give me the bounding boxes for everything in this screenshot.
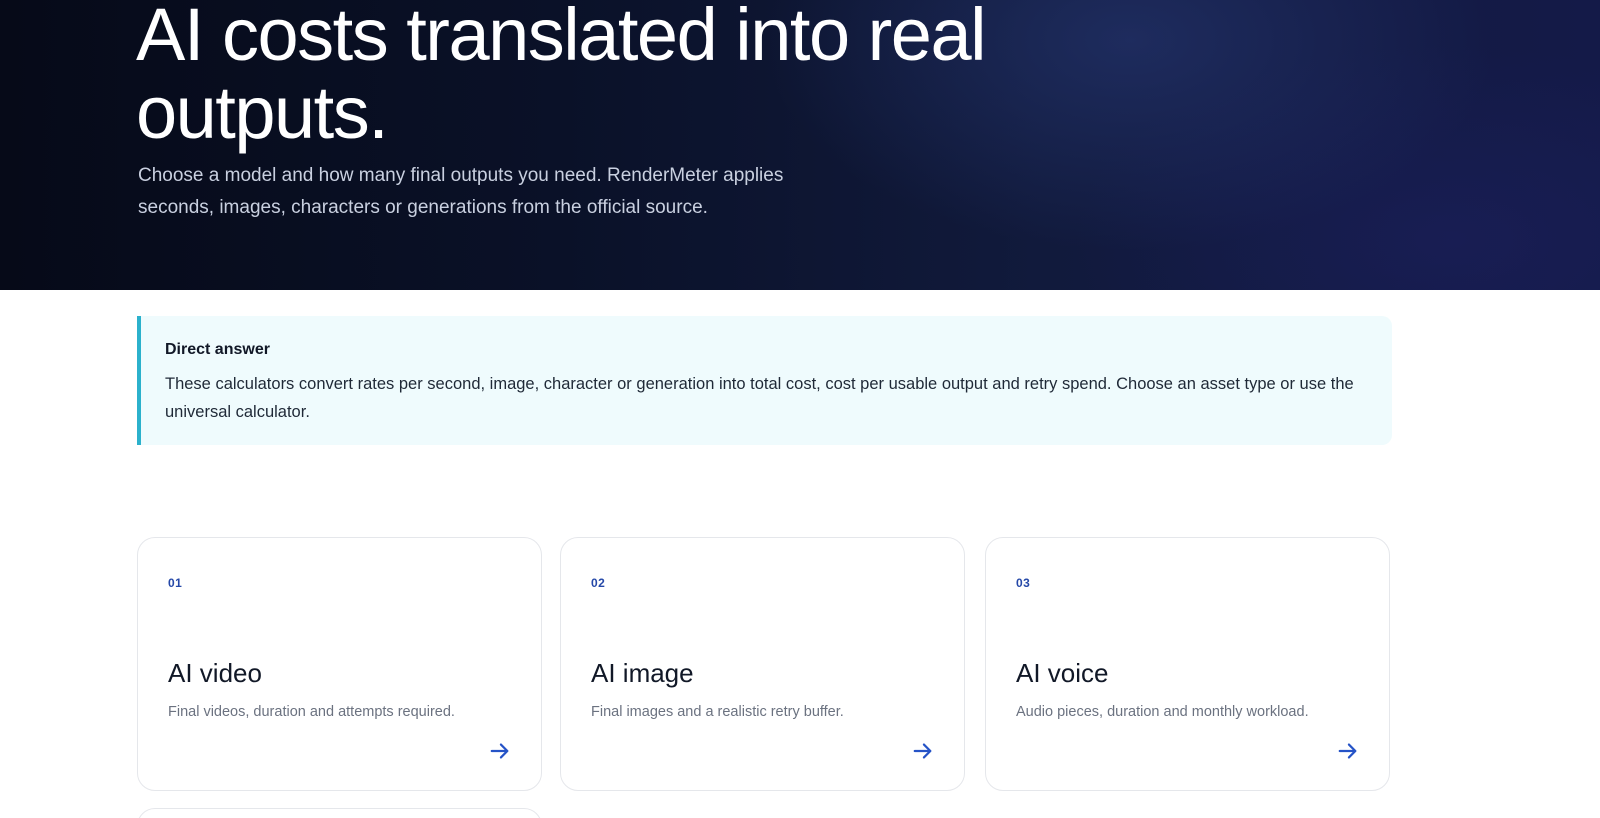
card-partial[interactable] [137,808,542,818]
hero-section: AI costs translated into real outputs. C… [0,0,1600,290]
direct-answer-heading: Direct answer [165,341,270,358]
arrow-right-icon[interactable] [1337,740,1359,762]
direct-answer-box: Direct answer These calculators convert … [137,316,1392,445]
arrow-right-icon[interactable] [912,740,934,762]
hero-subtitle: Choose a model and how many final output… [138,165,784,218]
page-title: AI costs translated into real outputs. [136,0,987,154]
direct-answer-text: These calculators convert rates per seco… [165,375,1354,421]
card-number: 01 [168,576,183,590]
card-description: Final images and a realistic retry buffe… [591,704,844,720]
card-ai-voice[interactable]: 03 AI voice Audio pieces, duration and m… [985,537,1390,791]
card-description: Audio pieces, duration and monthly workl… [1016,704,1309,720]
card-ai-video[interactable]: 01 AI video Final videos, duration and a… [137,537,542,791]
card-number: 02 [591,576,606,590]
card-ai-image[interactable]: 02 AI image Final images and a realistic… [560,537,965,791]
card-number: 03 [1016,576,1031,590]
page: AI costs translated into real outputs. C… [0,0,1600,818]
arrow-right-icon[interactable] [489,740,511,762]
card-title: AI voice [1016,658,1109,688]
card-description: Final videos, duration and attempts requ… [168,704,455,720]
card-title: AI video [168,658,262,688]
card-title: AI image [591,658,694,688]
